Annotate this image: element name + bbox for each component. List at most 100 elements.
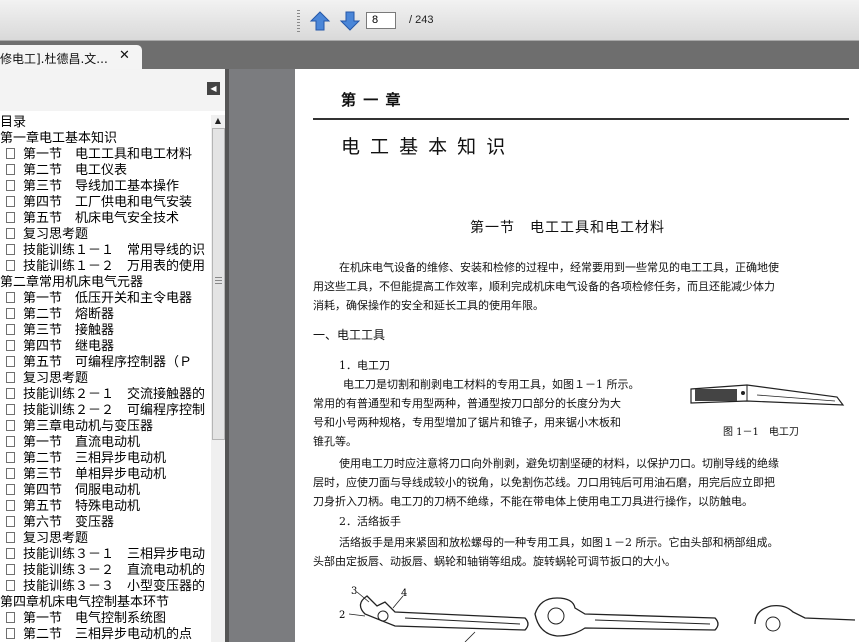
bookmark-item[interactable]: 技能训练３－３ 小型变压器的: [0, 579, 211, 595]
bookmark-item[interactable]: 复习思考题: [0, 531, 211, 547]
next-page-button[interactable]: [339, 10, 361, 32]
chapter-title: 电 工 基 本 知 识: [341, 136, 508, 158]
bookmark-tree: 目录 第一章电工基本知识 第一节 电工工具和电工材料 第二节 电工仪表 第三节 导线加工…: [0, 115, 211, 642]
bookmark-item[interactable]: 第五节 特殊电动机: [0, 499, 211, 515]
bookmark-item[interactable]: 目录: [0, 115, 211, 131]
bookmark-item[interactable]: 第二节 三相异步电动机的点: [0, 627, 211, 642]
page-icon: [6, 244, 15, 255]
bookmark-scrollbar[interactable]: ▲: [211, 115, 225, 642]
scrollbar-thumb[interactable]: [212, 128, 225, 440]
heading-tools: 一、电工工具: [313, 328, 386, 342]
page-icon: [6, 452, 15, 463]
scroll-up-icon[interactable]: ▲: [211, 115, 225, 127]
bookmark-item[interactable]: 第二节 三相异步电动机: [0, 451, 211, 467]
bookmark-item[interactable]: 第四节 伺服电动机: [0, 483, 211, 499]
bookmark-item[interactable]: 技能训练２－２ 可编程序控制: [0, 403, 211, 419]
page-icon: [6, 548, 15, 559]
page-icon: [6, 404, 15, 415]
bookmark-label: 技能训练２－１ 交流接触器的: [23, 387, 206, 402]
usage-line: 使用电工刀时应注意将刀口向外削剥，避免切割坚硬的材料，以保护刀口。切削导线的绝缘: [339, 457, 779, 470]
bookmark-label: 第四章机床电气控制基本环节: [0, 595, 170, 610]
bookmark-label: 复习思考题: [23, 371, 89, 386]
page-icon: [6, 260, 15, 271]
wrench-label-2: 2: [339, 610, 345, 621]
page-icon: [6, 292, 15, 303]
bookmark-item[interactable]: 第三章电动机与变压器: [0, 419, 211, 435]
bookmark-label: 第二章常用机床电气元器: [0, 275, 144, 290]
section-title: 第一节 电工工具和电工材料: [470, 220, 665, 236]
bookmark-item[interactable]: 技能训练２－１ 交流接触器的: [0, 387, 211, 403]
bookmark-label: 第三节 导线加工基本操作: [23, 179, 180, 194]
bookmark-item[interactable]: 第三节 导线加工基本操作: [0, 179, 211, 195]
bookmark-item[interactable]: 第一章电工基本知识: [0, 131, 211, 147]
bookmark-item[interactable]: 第二节 熔断器: [0, 307, 211, 323]
knife-line: 常用的有普通型和专用型两种，普通型按刀口部分的长度分为大: [313, 397, 621, 410]
collapse-pane-icon[interactable]: ◀: [207, 82, 220, 95]
bookmark-label: 第四节 伺服电动机: [23, 483, 141, 498]
bookmark-item[interactable]: 第五节 可编程序控制器（Ｐ: [0, 355, 211, 371]
bookmark-label: 目录: [0, 115, 27, 130]
close-icon[interactable]: ✕: [119, 48, 130, 63]
bookmark-item[interactable]: 第一节 电气控制系统图: [0, 611, 211, 627]
page-icon: [6, 516, 15, 527]
bookmark-label: 第二节 熔断器: [23, 307, 115, 322]
bookmark-item[interactable]: 第一节 直流电动机: [0, 435, 211, 451]
page-icon: [6, 372, 15, 383]
bookmark-label: 第三节 接触器: [23, 323, 115, 338]
page-icon: [6, 612, 15, 623]
knife-line: 锥孔等。: [313, 435, 357, 448]
bookmark-item[interactable]: 复习思考题: [0, 227, 211, 243]
bookmark-item[interactable]: 技能训练１－２ 万用表的使用: [0, 259, 211, 275]
bookmark-item[interactable]: 第一节 低压开关和主令电器: [0, 291, 211, 307]
wrench-label-3: 3: [351, 586, 357, 597]
page-icon: [6, 532, 15, 543]
bookmark-item[interactable]: 复习思考题: [0, 371, 211, 387]
page-icon: [6, 564, 15, 575]
document-tab[interactable]: 修电工].杜德昌.文... ✕: [0, 45, 142, 69]
tab-title: 修电工].杜德昌.文...: [0, 52, 108, 66]
bookmark-label: 第一章电工基本知识: [0, 131, 118, 146]
bookmark-item[interactable]: 第三节 单相异步电动机: [0, 467, 211, 483]
toolbar-grip[interactable]: [297, 10, 300, 32]
bookmark-item[interactable]: 技能训练３－１ 三相异步电动: [0, 547, 211, 563]
bookmarks-pane: ◀ 目录 第一章电工基本知识 第一节 电工工具和电工材料 第二节 电工仪表 第三节 导线…: [0, 69, 229, 642]
page-icon: [6, 500, 15, 511]
bookmark-item[interactable]: 技能训练１－１ 常用导线的识: [0, 243, 211, 259]
bookmark-label: 技能训练３－１ 三相异步电动: [23, 547, 206, 562]
chapter-number: 第 一 章: [341, 91, 402, 109]
page-icon: [6, 212, 15, 223]
bookmark-item[interactable]: 第一节 电工工具和电工材料: [0, 147, 211, 163]
bookmark-label: 技能训练１－１ 常用导线的识: [23, 243, 206, 258]
chapter-rule: [313, 118, 849, 120]
bookmark-item[interactable]: 第四节 继电器: [0, 339, 211, 355]
intro-line: 在机床电气设备的维修、安装和检修的过程中，经常要用到一些常见的电工工具，正确地使: [339, 261, 779, 274]
bookmark-item[interactable]: 第四章机床电气控制基本环节: [0, 595, 211, 611]
toolbar: 8 / 243: [0, 0, 859, 41]
tab-strip: 修电工].杜德昌.文... ✕: [0, 41, 859, 69]
page-icon: [6, 484, 15, 495]
bookmark-item[interactable]: 第三节 接触器: [0, 323, 211, 339]
bookmark-item[interactable]: 第六节 变压器: [0, 515, 211, 531]
intro-line: 消耗，确保操作的安全和延长工具的使用年限。: [313, 299, 544, 312]
bookmark-item[interactable]: 第四节 工厂供电和电气安装: [0, 195, 211, 211]
bookmark-label: 复习思考题: [23, 531, 89, 546]
heading-wrench: 2．活络扳手: [339, 515, 401, 528]
bookmark-label: 第三节 单相异步电动机: [23, 467, 167, 482]
page-icon: [6, 148, 15, 159]
bookmark-label: 第二节 电工仪表: [23, 163, 128, 178]
bookmark-item[interactable]: 第二章常用机床电气元器: [0, 275, 211, 291]
wrench-figure: 3 4 2: [339, 586, 855, 642]
wrench-line: 头部由定扳唇、动扳唇、蜗轮和轴销等组成。旋转蜗轮可调节扳口的大小。: [313, 555, 676, 568]
bookmark-label: 复习思考题: [23, 227, 89, 242]
page-number-input[interactable]: 8: [366, 12, 396, 29]
bookmark-item[interactable]: 第五节 机床电气安全技术: [0, 211, 211, 227]
bookmark-label: 第一节 电工工具和电工材料: [23, 147, 193, 162]
bookmark-label: 第四节 工厂供电和电气安装: [23, 195, 193, 210]
bookmark-label: 技能训练３－２ 直流电动机的: [23, 563, 206, 578]
document-viewer: 第 一 章 电 工 基 本 知 识 第一节 电工工具和电工材料 在机床电气设备的…: [229, 69, 859, 642]
bookmark-item[interactable]: 第二节 电工仪表: [0, 163, 211, 179]
previous-page-button[interactable]: [309, 10, 331, 32]
page-icon: [6, 308, 15, 319]
page-icon: [6, 356, 15, 367]
bookmark-item[interactable]: 技能训练３－２ 直流电动机的: [0, 563, 211, 579]
